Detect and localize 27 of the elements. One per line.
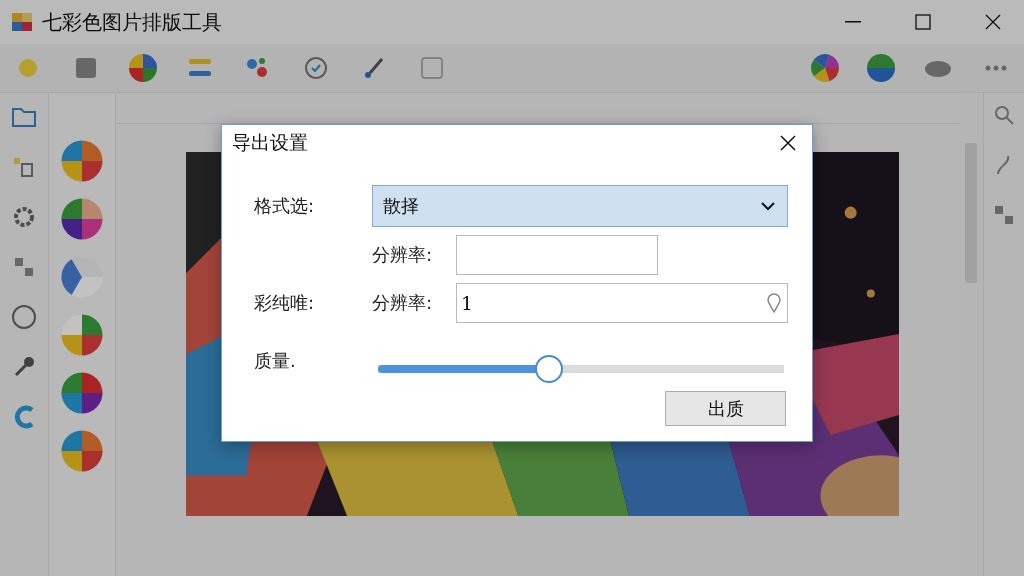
app-logo-icon (10, 10, 34, 34)
color-wheel-icon[interactable] (60, 429, 104, 473)
input-field[interactable] (456, 235, 658, 275)
color-wheel-icon[interactable] (60, 313, 104, 357)
field-label: 分辨率: (372, 291, 434, 315)
pin-icon (767, 293, 781, 313)
minimize-icon (845, 21, 861, 23)
color-wheel-icon[interactable] (60, 371, 104, 415)
color-wheel-icon[interactable] (128, 53, 158, 83)
field-label: 分辨率: (372, 243, 434, 267)
close-icon (780, 135, 796, 151)
field-label: 彩纯唯: (254, 291, 316, 315)
color-wheel-icon[interactable] (60, 139, 104, 183)
export-button[interactable]: 出质 (665, 391, 786, 426)
globe-icon[interactable] (866, 53, 896, 83)
maximize-icon (915, 14, 931, 30)
window-title: 七彩色图片排版工具 (42, 8, 223, 36)
field-label: 质量. (254, 349, 297, 373)
color-wheel-icon[interactable] (60, 197, 104, 241)
color-wheel-icon[interactable] (810, 53, 840, 83)
chevron-icon (761, 201, 775, 211)
close-icon (985, 14, 1001, 30)
field-label: 格式选: (254, 194, 316, 218)
input-field[interactable]: 1 (456, 283, 788, 323)
slider-handle[interactable] (534, 355, 563, 383)
dialog-title: 导出设置 (232, 130, 308, 155)
format-dropdown[interactable]: 散择 (372, 185, 788, 227)
